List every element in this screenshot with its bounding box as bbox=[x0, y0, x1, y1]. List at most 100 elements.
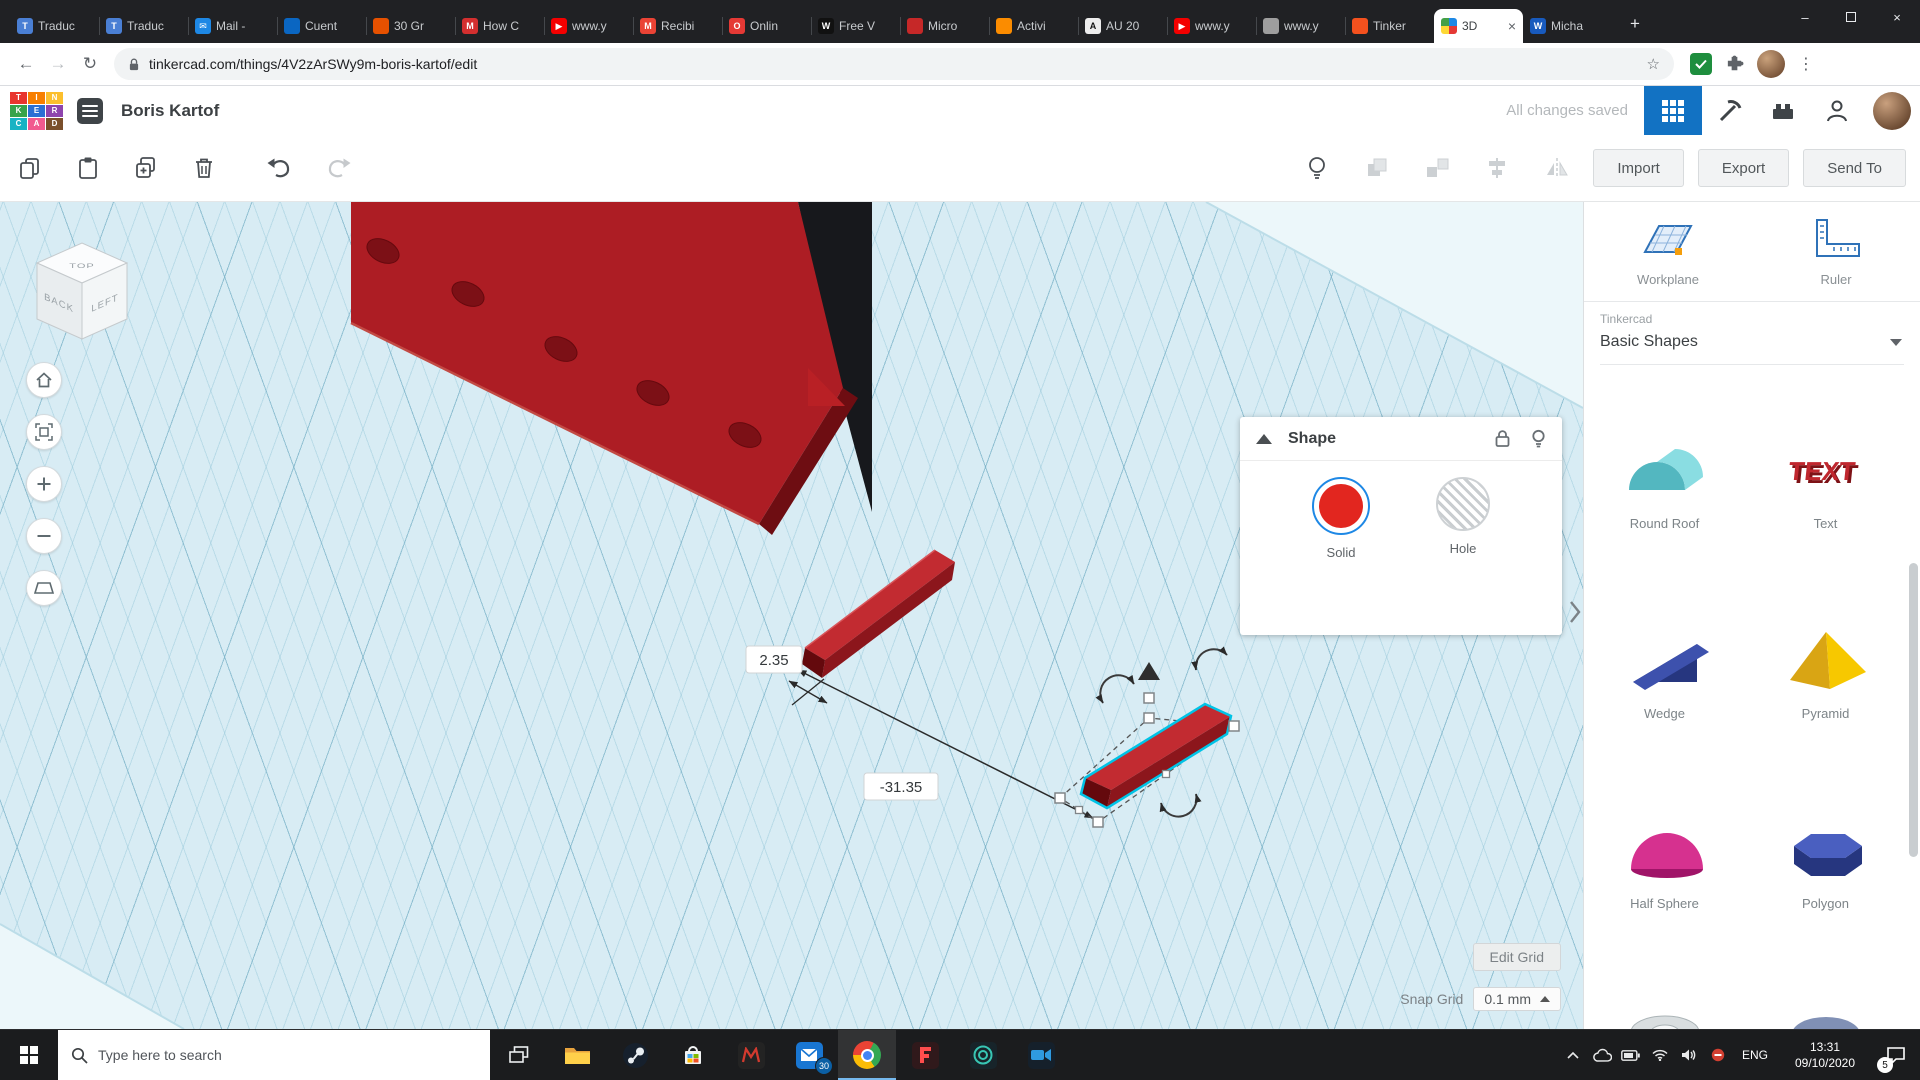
move-up-cone-handle[interactable] bbox=[1138, 662, 1160, 680]
group-button[interactable] bbox=[1355, 146, 1399, 190]
fit-view-button[interactable] bbox=[26, 414, 62, 450]
object-red-rod[interactable] bbox=[802, 550, 955, 678]
browser-tab[interactable]: Micro × bbox=[900, 9, 989, 43]
window-maximize-button[interactable] bbox=[1828, 0, 1874, 34]
taskbar-search-input[interactable]: Type here to search bbox=[58, 1030, 490, 1080]
redo-button[interactable] bbox=[316, 146, 360, 190]
export-button[interactable]: Export bbox=[1698, 149, 1789, 187]
shape-partial-blue[interactable] bbox=[1745, 1002, 1906, 1029]
object-red-panel[interactable] bbox=[351, 202, 858, 535]
browser-tab[interactable]: www.y × bbox=[1256, 9, 1345, 43]
volume-icon[interactable] bbox=[1674, 1030, 1703, 1080]
browser-tab[interactable]: W Free V × bbox=[811, 9, 900, 43]
mirror-button[interactable] bbox=[1535, 146, 1579, 190]
browser-menu-icon[interactable]: ⋮ bbox=[1798, 54, 1814, 74]
security-alert-icon[interactable] bbox=[1703, 1030, 1732, 1080]
wifi-icon[interactable] bbox=[1645, 1030, 1674, 1080]
app-brick-button[interactable] bbox=[1756, 86, 1810, 135]
window-minimize-button[interactable]: – bbox=[1782, 0, 1828, 34]
chrome-button[interactable] bbox=[838, 1030, 896, 1080]
url-input[interactable]: tinkercad.com/things/4V2zArSWy9m-boris-k… bbox=[114, 48, 1674, 80]
browser-tab[interactable]: A AU 20 × bbox=[1078, 9, 1167, 43]
snap-grid-select[interactable]: 0.1 mm bbox=[1473, 987, 1561, 1011]
sidebar-scrollbar[interactable] bbox=[1909, 563, 1918, 857]
undo-button[interactable] bbox=[258, 146, 302, 190]
onedrive-cloud-icon[interactable] bbox=[1587, 1030, 1616, 1080]
dim-distance-field[interactable]: -31.35 bbox=[864, 773, 938, 800]
browser-tab[interactable]: ✉ Mail - × bbox=[188, 9, 277, 43]
home-view-button[interactable] bbox=[26, 362, 62, 398]
browser-profile-avatar[interactable] bbox=[1757, 50, 1785, 78]
shape-pyramid[interactable]: Pyramid bbox=[1745, 622, 1906, 722]
hole-option[interactable]: Hole bbox=[1436, 477, 1490, 560]
browser-tab[interactable]: M How C × bbox=[455, 9, 544, 43]
scale-handle[interactable] bbox=[1093, 817, 1103, 827]
shape-half-sphere[interactable]: Half Sphere bbox=[1584, 812, 1745, 912]
shape-text[interactable]: TEXT TEXT Text bbox=[1745, 432, 1906, 532]
workplane-tool[interactable]: Workplane bbox=[1603, 216, 1733, 287]
browser-tab[interactable]: M Recibi × bbox=[633, 9, 722, 43]
app-blocks-button[interactable] bbox=[1644, 86, 1702, 135]
design-title[interactable]: Boris Kartof bbox=[121, 101, 219, 121]
bookmark-star-icon[interactable]: ☆ bbox=[1647, 55, 1660, 73]
view-cube[interactable]: TOP BACK LEFT bbox=[26, 232, 138, 346]
height-handle[interactable] bbox=[1144, 693, 1154, 703]
browser-tab[interactable]: O Onlin × bbox=[722, 9, 811, 43]
rotate-handle[interactable] bbox=[1100, 675, 1134, 703]
f-app-button[interactable] bbox=[896, 1030, 954, 1080]
rotate-handle[interactable] bbox=[1161, 794, 1197, 817]
dim-offset-field[interactable]: 2.35 bbox=[746, 646, 802, 673]
design-properties-button[interactable] bbox=[77, 98, 103, 124]
scale-handle[interactable] bbox=[1229, 721, 1239, 731]
back-button[interactable]: ← bbox=[10, 48, 42, 80]
edit-grid-button[interactable]: Edit Grid bbox=[1473, 943, 1561, 971]
delete-button[interactable] bbox=[182, 146, 226, 190]
rings-app-button[interactable] bbox=[954, 1030, 1012, 1080]
steam-button[interactable] bbox=[606, 1030, 664, 1080]
send-to-button[interactable]: Send To bbox=[1803, 149, 1906, 187]
extensions-puzzle-icon[interactable] bbox=[1725, 55, 1744, 74]
tinkercad-logo[interactable]: TINKERCAD bbox=[10, 92, 63, 130]
classes-button[interactable] bbox=[1810, 86, 1864, 135]
zoom-out-button[interactable] bbox=[26, 518, 62, 554]
duplicate-button[interactable] bbox=[124, 146, 168, 190]
mail-app-button[interactable]: 30 bbox=[780, 1030, 838, 1080]
language-indicator[interactable]: ENG bbox=[1732, 1048, 1778, 1062]
browser-tab[interactable]: ▶ www.y × bbox=[1167, 9, 1256, 43]
tray-chevron-icon[interactable] bbox=[1558, 1030, 1587, 1080]
align-button[interactable] bbox=[1475, 146, 1519, 190]
clock[interactable]: 13:31 09/10/2020 bbox=[1778, 1039, 1872, 1071]
tab-close-icon[interactable]: × bbox=[1508, 18, 1516, 34]
store-button[interactable] bbox=[664, 1030, 722, 1080]
rotate-handle[interactable] bbox=[1196, 649, 1227, 670]
browser-tab[interactable]: W Micha × bbox=[1523, 9, 1612, 43]
browser-tab[interactable]: Activi × bbox=[989, 9, 1078, 43]
new-tab-button[interactable]: + bbox=[1622, 11, 1648, 37]
import-button[interactable]: Import bbox=[1593, 149, 1684, 187]
scale-handle[interactable] bbox=[1055, 793, 1065, 803]
window-close-button[interactable]: × bbox=[1874, 0, 1920, 34]
shape-partial-tube[interactable] bbox=[1584, 1002, 1745, 1029]
browser-tab[interactable]: T Traduc × bbox=[99, 9, 188, 43]
solid-option[interactable]: Solid bbox=[1312, 477, 1370, 560]
show-all-button[interactable] bbox=[1295, 146, 1339, 190]
game-app-button[interactable] bbox=[722, 1030, 780, 1080]
sidebar-collapse-button[interactable] bbox=[1568, 598, 1582, 626]
shape-round-roof[interactable]: Round Roof bbox=[1584, 432, 1745, 532]
browser-tab[interactable]: Cuent × bbox=[277, 9, 366, 43]
browser-tab[interactable]: 3D × bbox=[1434, 9, 1523, 43]
visibility-bulb-icon[interactable] bbox=[1531, 429, 1546, 449]
file-explorer-button[interactable] bbox=[548, 1030, 606, 1080]
browser-tab[interactable]: ▶ www.y × bbox=[544, 9, 633, 43]
start-button[interactable] bbox=[0, 1030, 58, 1080]
category-dropdown[interactable]: Basic Shapes bbox=[1600, 326, 1904, 365]
task-view-button[interactable] bbox=[490, 1030, 548, 1080]
battery-icon[interactable] bbox=[1616, 1030, 1645, 1080]
forward-button[interactable]: → bbox=[42, 48, 74, 80]
app-sim-button[interactable] bbox=[1702, 86, 1756, 135]
ungroup-button[interactable] bbox=[1415, 146, 1459, 190]
collapse-triangle-icon[interactable] bbox=[1256, 434, 1272, 444]
extension-check-icon[interactable] bbox=[1690, 53, 1712, 75]
reload-button[interactable]: ↻ bbox=[74, 48, 106, 80]
ruler-tool[interactable]: Ruler bbox=[1771, 216, 1901, 287]
